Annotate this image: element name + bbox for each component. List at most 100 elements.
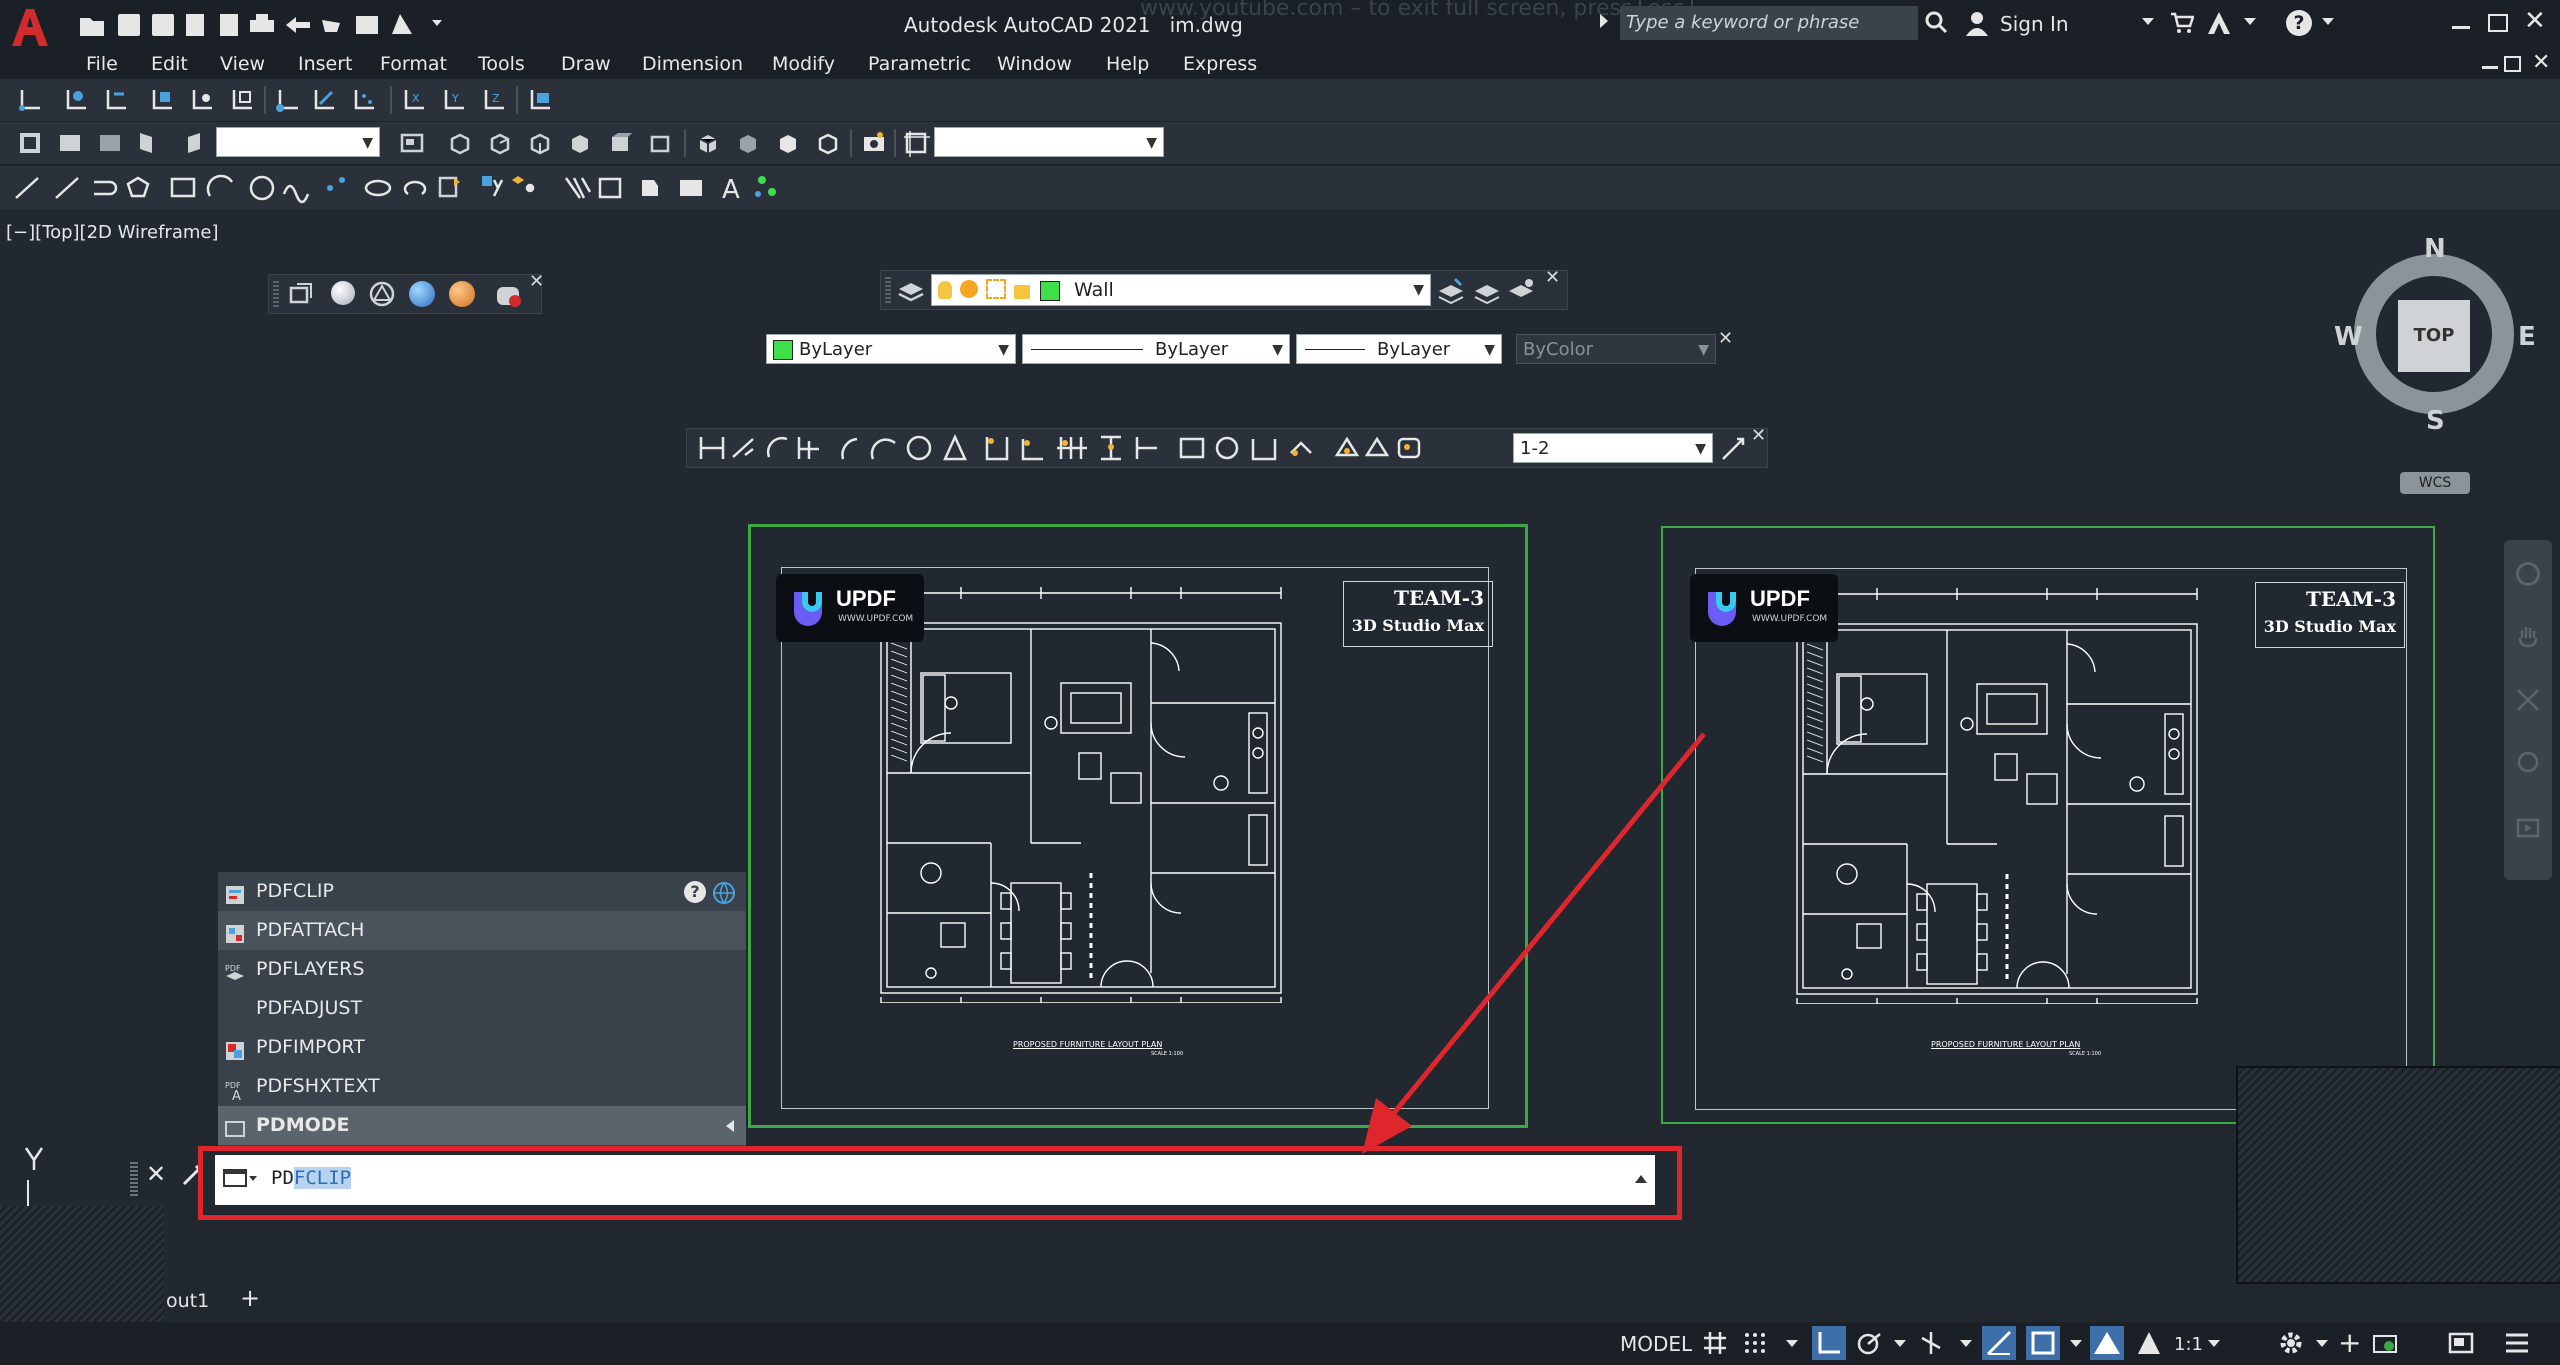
menu-window[interactable]: Window [997, 50, 1072, 78]
ucs-view-icon[interactable] [228, 86, 256, 114]
restore-window-icon[interactable] [2488, 14, 2508, 32]
list-item[interactable]: PDMODE [218, 1106, 746, 1145]
menu-help[interactable]: Help [1106, 50, 1149, 78]
orbit-icon[interactable] [2516, 750, 2540, 774]
ucs-face-icon[interactable] [148, 86, 176, 114]
sphere-blue-icon[interactable] [409, 281, 435, 307]
compass-east[interactable]: E [2518, 322, 2536, 352]
autoscale-icon[interactable] [2136, 1330, 2162, 1356]
lightbulb-icon[interactable] [938, 281, 952, 299]
close-icon[interactable]: ✕ [1751, 425, 1766, 446]
list-item[interactable]: PDF A PDFSHXTEXT [218, 1067, 746, 1106]
ucs-zaxis-icon[interactable] [310, 86, 338, 114]
plus-icon[interactable]: + [2338, 1329, 2364, 1357]
right-view-icon[interactable] [176, 129, 204, 157]
menu-format[interactable]: Format [380, 50, 447, 78]
ortho-icon[interactable] [1812, 1326, 1846, 1360]
menu-insert[interactable]: Insert [298, 50, 353, 78]
doc-minimize-icon[interactable] [2482, 66, 2498, 69]
list-item[interactable]: PDFCLIP ? [218, 872, 746, 911]
workspace-gear-icon[interactable] [2278, 1330, 2304, 1356]
chevron-down-icon[interactable] [2322, 18, 2334, 25]
visual-style-icon[interactable] [694, 129, 722, 157]
layer-previous-icon[interactable] [1473, 277, 1501, 305]
viewcube[interactable]: TOP N S W E [2334, 234, 2538, 438]
user-icon[interactable] [1964, 10, 1990, 36]
back-view-icon[interactable] [646, 129, 674, 157]
named-view-manager-icon[interactable] [398, 129, 426, 157]
sign-in-link[interactable]: Sign In [2000, 12, 2069, 36]
viewport-freeze-icon[interactable] [986, 279, 1006, 299]
autodesk-app-icon[interactable] [2206, 10, 2232, 36]
command-line-grip[interactable] [130, 1160, 138, 1196]
lock-open-icon[interactable] [1014, 285, 1030, 299]
chevron-down-icon[interactable] [1894, 1340, 1906, 1347]
viewcube-face-top[interactable]: TOP [2398, 300, 2470, 372]
globe-icon[interactable] [712, 880, 736, 905]
ucs-world-icon[interactable] [62, 86, 90, 114]
ucs-x-icon[interactable]: X [400, 86, 428, 114]
annotation-scale[interactable]: 1:1 [2174, 1334, 2203, 1355]
toolbar-grip[interactable] [885, 277, 891, 303]
draw-tools-icons[interactable]: A [0, 170, 800, 206]
camera-icon[interactable] [860, 129, 888, 157]
doc-close-icon[interactable]: ✕ [2532, 50, 2550, 75]
layout-tab[interactable]: out1 [166, 1290, 209, 1312]
viewport-label[interactable]: [−][Top][2D Wireframe] [6, 222, 218, 243]
ucs-3point-icon[interactable] [350, 86, 378, 114]
polar-tracking-icon[interactable] [1856, 1330, 1882, 1356]
sphere-white-icon[interactable] [331, 281, 355, 305]
wcs-button[interactable]: WCS [2400, 472, 2470, 494]
doc-restore-icon[interactable] [2504, 56, 2521, 72]
steering-wheel-icon[interactable] [2516, 562, 2540, 586]
menu-draw[interactable]: Draw [561, 50, 611, 78]
snap-icon[interactable] [1742, 1330, 1768, 1356]
hidden-style-icon[interactable] [734, 129, 762, 157]
ucs-y-icon[interactable]: Y [440, 86, 468, 114]
ucs-previous-icon[interactable] [102, 86, 130, 114]
autocad-logo-icon[interactable] [8, 6, 50, 48]
list-item[interactable]: PDFIMPORT [218, 1028, 746, 1067]
linetype-combo[interactable]: ByLayer ▼ [1022, 334, 1290, 364]
conceptual-style-icon[interactable] [814, 129, 842, 157]
color-combo[interactable]: ByLayer ▼ [766, 334, 1016, 364]
plotstyle-combo[interactable]: ByColor ▼ [1516, 334, 1716, 364]
front-view-icon[interactable] [606, 129, 634, 157]
zoom-icon[interactable] [2516, 688, 2540, 712]
layer-states-icon[interactable] [1507, 277, 1535, 305]
customization-menu-icon[interactable] [2504, 1330, 2530, 1356]
isodraft-icon[interactable] [1918, 1330, 1944, 1356]
grid-icon[interactable] [1702, 1330, 1728, 1356]
caret-left-icon[interactable] [726, 1120, 734, 1132]
showmotion-icon[interactable] [2516, 816, 2540, 840]
lineweight-combo[interactable]: ByLayer ▼ [1296, 334, 1502, 364]
menu-edit[interactable]: Edit [151, 50, 188, 78]
menu-parametric[interactable]: Parametric [868, 50, 971, 78]
model-space-button[interactable]: MODEL [1620, 1332, 1692, 1356]
chevron-down-icon[interactable] [1786, 1340, 1798, 1347]
list-item[interactable]: PDFADJUST [218, 989, 746, 1028]
toolbar-grip[interactable] [273, 281, 279, 307]
fullscreen-icon[interactable] [2448, 1330, 2474, 1356]
named-views-icon[interactable] [16, 129, 44, 157]
dimension-tools-icons[interactable] [697, 433, 1497, 463]
view-combo[interactable]: ▼ [216, 127, 380, 157]
material-icon[interactable] [369, 281, 395, 307]
menu-modify[interactable]: Modify [772, 50, 835, 78]
menu-dimension[interactable]: Dimension [642, 50, 743, 78]
menu-express[interactable]: Express [1183, 50, 1257, 78]
sphere-orange-icon[interactable] [449, 281, 475, 307]
minimize-window-icon[interactable] [2452, 26, 2470, 29]
se-iso-view-icon[interactable] [486, 129, 514, 157]
object-snap-tracking-icon[interactable] [1982, 1326, 2016, 1360]
layer-properties-icon[interactable] [897, 277, 925, 305]
close-icon[interactable]: ✕ [529, 271, 544, 292]
ucs-z-icon[interactable]: Z [480, 86, 508, 114]
compass-south[interactable]: S [2426, 406, 2445, 436]
close-icon[interactable]: ✕ [1545, 267, 1560, 288]
chevron-down-icon[interactable] [2208, 1340, 2220, 1347]
ucs-apply-icon[interactable] [526, 86, 554, 114]
bottom-view-icon[interactable] [96, 129, 124, 157]
compass-west[interactable]: W [2334, 322, 2363, 352]
help-icon[interactable]: ? [2286, 10, 2312, 36]
